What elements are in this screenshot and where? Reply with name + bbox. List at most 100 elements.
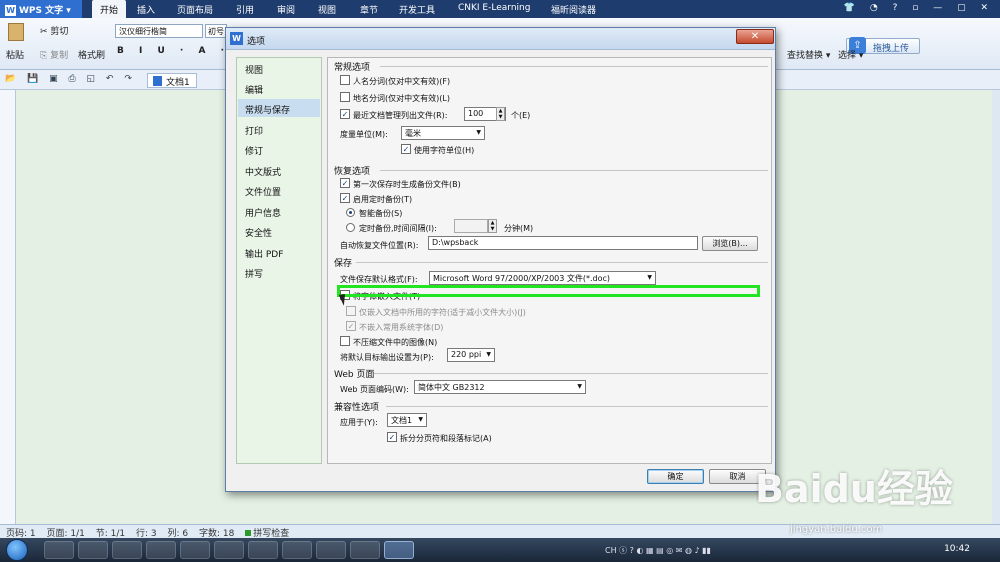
document-tab[interactable]: 文档1 <box>147 73 197 88</box>
recent-files-checkbox[interactable]: ✓ <box>340 109 350 119</box>
options-dialog: W 选项 ✕ 视图 编辑 常规与保存 打印 修订 中文版式 文件位置 用户信息 … <box>225 27 776 492</box>
enable-timed-backup-checkbox[interactable]: ✓ <box>340 193 350 203</box>
taskbar-app-icon[interactable] <box>112 541 142 559</box>
default-output-label: 将默认目标输出设置为(P): <box>340 353 434 362</box>
taskbar-app-icon[interactable] <box>78 541 108 559</box>
close-button[interactable]: ✕ <box>736 29 774 44</box>
taskbar-wechat-icon[interactable] <box>350 541 380 559</box>
recent-files-spinner[interactable]: ▲ ▼ <box>496 107 505 121</box>
cut-button[interactable]: ✂ 剪切 <box>40 24 68 37</box>
nav-item-revision[interactable]: 修订 <box>238 140 320 158</box>
default-format-select[interactable]: Microsoft Word 97/2000/XP/2003 文件(*.doc)… <box>429 271 656 285</box>
taskbar-app-icon[interactable] <box>214 541 244 559</box>
timed-backup-radio[interactable] <box>346 223 355 232</box>
vertical-scrollbar[interactable] <box>992 90 1000 524</box>
web-encoding-value: 简体中文 GB2312 <box>418 383 485 392</box>
chevron-down-icon: ▼ <box>577 383 582 390</box>
nav-item-print[interactable]: 打印 <box>238 120 320 138</box>
chevron-down-icon: ▼ <box>418 416 423 423</box>
nav-item-user-info[interactable]: 用户信息 <box>238 202 320 220</box>
tab-review[interactable]: 审阅 <box>277 3 295 16</box>
nav-item-edit[interactable]: 编辑 <box>238 79 320 97</box>
options-content: 常规选项 人名分词(仅对中文有效)(F) 地名分词(仅对中文有效)(L) ✓ 最… <box>327 57 772 464</box>
taskbar-app-icon[interactable] <box>180 541 210 559</box>
font-name-select[interactable]: 汉仪细行楷简 <box>115 24 203 38</box>
apply-to-label: 应用于(Y): <box>340 418 378 427</box>
use-char-unit-checkbox[interactable]: ✓ <box>401 144 411 154</box>
font-size-select[interactable]: 初号 <box>205 24 227 38</box>
select-button[interactable]: 选择 ▾ <box>838 48 863 61</box>
nav-item-view[interactable]: 视图 <box>238 59 320 77</box>
dialog-titlebar[interactable]: W 选项 ✕ <box>226 28 775 50</box>
paste-button[interactable]: 粘贴 <box>6 48 24 61</box>
timed-backup-interval-label: 定时备份,时间间隔(I): <box>359 224 437 233</box>
taskbar-folder-icon[interactable] <box>248 541 278 559</box>
apply-to-value: 文档1 <box>391 416 413 425</box>
find-replace-button[interactable]: 查找替换 ▾ <box>787 48 830 61</box>
web-encoding-select[interactable]: 简体中文 GB2312 ▼ <box>414 380 586 394</box>
autorecover-location-input[interactable]: D:\wpsback <box>428 236 698 250</box>
backup-interval-input[interactable] <box>454 219 488 233</box>
copy-button[interactable]: ⎘ 复制 <box>40 48 68 61</box>
taskbar-clock[interactable]: 10:42 <box>944 544 970 554</box>
app-logo-text: WPS 文字 <box>19 6 64 16</box>
nav-item-export-pdf[interactable]: 输出 PDF <box>238 243 320 261</box>
nav-item-file-location[interactable]: 文件位置 <box>238 181 320 199</box>
vertical-ruler <box>0 90 16 524</box>
wps-icon: W <box>5 5 16 16</box>
ok-button[interactable]: 确定 <box>647 469 704 484</box>
default-output-select[interactable]: 220 ppi ▼ <box>447 348 495 362</box>
taskbar-firefox-icon[interactable] <box>44 541 74 559</box>
backup-interval-spinner[interactable]: ▲ ▼ <box>488 219 497 233</box>
default-format-value: Microsoft Word 97/2000/XP/2003 文件(*.doc) <box>433 274 611 283</box>
format-painter-button[interactable]: 格式刷 <box>78 48 105 61</box>
name-segmentation-checkbox[interactable] <box>340 75 350 85</box>
apply-to-select[interactable]: 文档1 ▼ <box>387 413 427 427</box>
place-segmentation-label: 地名分词(仅对中文有效)(L) <box>353 94 450 103</box>
default-format-label: 文件保存默认格式(F): <box>340 275 418 284</box>
tab-insert[interactable]: 插入 <box>137 3 155 16</box>
tab-home[interactable]: 开始 <box>92 0 127 18</box>
paste-icon[interactable] <box>8 23 24 41</box>
select-label: 选择 <box>838 51 857 61</box>
taskbar-app-icon[interactable] <box>316 541 346 559</box>
tab-sections[interactable]: 章节 <box>360 3 378 16</box>
nav-item-spelling[interactable]: 拼写 <box>238 263 320 281</box>
system-tray-icons[interactable]: CH ⓢ ? ◐ ▦ ▤ ◎ ✉ ◍ ♪ ▮▮ <box>605 545 711 556</box>
no-compress-images-checkbox[interactable] <box>340 336 350 346</box>
tab-cnki[interactable]: CNKI E-Learning <box>458 3 530 13</box>
tab-view[interactable]: 视图 <box>318 3 336 16</box>
minutes-label: 分钟(M) <box>504 224 534 233</box>
first-save-backup-checkbox[interactable]: ✓ <box>340 178 350 188</box>
start-button[interactable] <box>6 539 28 561</box>
nav-item-chinese-layout[interactable]: 中文版式 <box>238 161 320 179</box>
section-compat-title: 兼容性选项 <box>334 403 380 413</box>
chevron-down-icon: ▼ <box>647 274 652 281</box>
taskbar-wps-icon[interactable] <box>384 541 414 559</box>
taskbar-app-icon[interactable] <box>146 541 176 559</box>
browse-button[interactable]: 浏览(B)... <box>702 236 758 251</box>
split-page-marks-checkbox[interactable]: ✓ <box>387 432 397 442</box>
measure-unit-select[interactable]: 毫米 ▼ <box>401 126 485 140</box>
dialog-title: 选项 <box>247 37 266 47</box>
taskbar-app-icon[interactable] <box>282 541 312 559</box>
split-page-marks-label: 拆分分页符和段落标记(A) <box>400 434 492 443</box>
find-replace-label: 查找替换 <box>787 51 824 61</box>
tab-page-layout[interactable]: 页面布局 <box>177 3 213 16</box>
tab-references[interactable]: 引用 <box>236 3 254 16</box>
tab-foxit[interactable]: 福昕阅读器 <box>551 3 596 16</box>
quick-access-icons[interactable]: 📂 💾 ▣ ⎙ ◱ ↶ ↷ <box>5 74 136 84</box>
tab-developer[interactable]: 开发工具 <box>399 3 435 16</box>
section-general-title: 常规选项 <box>334 63 371 73</box>
embed-used-chars-checkbox[interactable] <box>346 306 356 316</box>
place-segmentation-checkbox[interactable] <box>340 92 350 102</box>
copy-label: 复制 <box>50 51 69 61</box>
nav-item-security[interactable]: 安全性 <box>238 222 320 240</box>
divider <box>386 406 768 407</box>
smart-backup-radio[interactable] <box>346 208 355 217</box>
window-controls[interactable]: 👕 ◔ ? ▫ — ▢ ✕ <box>844 3 994 13</box>
wps-logo-button[interactable]: W WPS 文字 ▾ <box>0 0 82 18</box>
no-common-fonts-checkbox[interactable]: ✓ <box>346 321 356 331</box>
nav-item-general-save[interactable]: 常规与保存 <box>238 99 320 117</box>
recent-files-unit: 个(E) <box>511 111 531 120</box>
